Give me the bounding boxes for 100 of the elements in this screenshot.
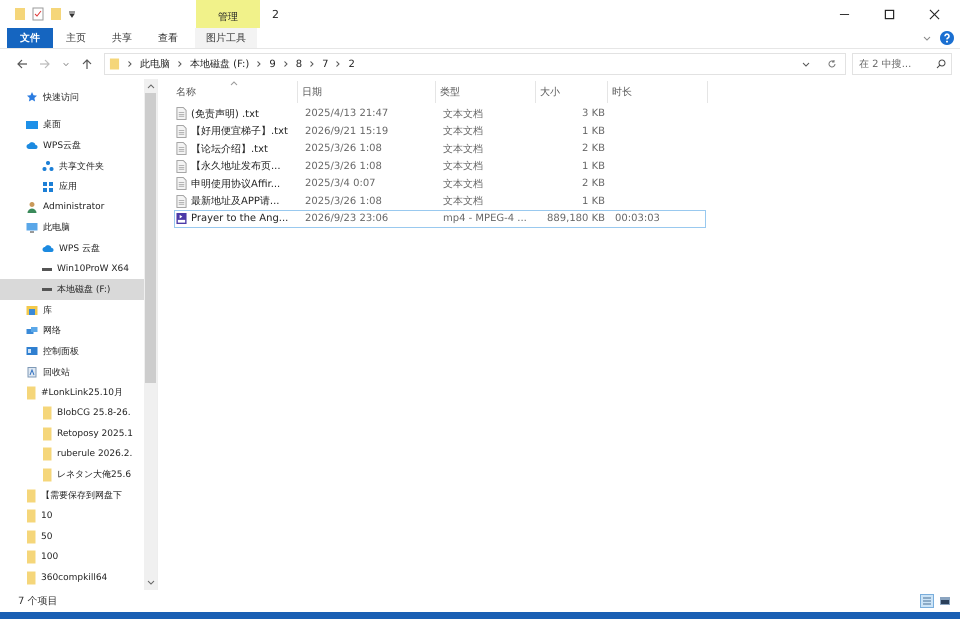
folder-icon [109, 57, 120, 71]
star-icon [26, 91, 38, 104]
sidebar-item[interactable]: 360compkill64 [0, 568, 144, 588]
table-cell-text: 2025/3/26 1:08 [304, 196, 383, 207]
chevron-right-icon [310, 61, 314, 67]
sidebar-item[interactable]: 桌面 [0, 114, 144, 136]
ribbon-tab[interactable]: 共享 [99, 28, 145, 48]
sidebar-item[interactable]: 控制面板 [0, 341, 144, 362]
sidebar-item[interactable]: WPS 云盘 [0, 238, 144, 259]
drive-icon [42, 268, 52, 271]
breadcrumb-item[interactable]: 2 [348, 58, 355, 70]
back-arrow-icon[interactable] [16, 58, 28, 70]
file-row[interactable]: (免责声明) .txt 2025/4/13 21:47 文本文档 3 KB [174, 105, 706, 122]
table-cell-text: 2025/3/26 1:08 [304, 160, 383, 172]
table-cell-text: 最新地址及APP请... [191, 194, 280, 208]
table-cell-text: 【论坛介绍】.txt [191, 142, 268, 156]
sidebar-item[interactable]: 库 [0, 300, 144, 321]
scroll-up-icon[interactable] [146, 83, 154, 89]
sidebar-item[interactable]: 本地磁盘 (F:) [0, 279, 144, 300]
file-tab[interactable]: 文件 [7, 28, 53, 48]
thumbnails-view-icon[interactable] [938, 594, 952, 608]
breadcrumb-item[interactable]: 8 [296, 58, 302, 70]
sidebar-item[interactable]: 应用 [0, 176, 144, 197]
breadcrumb-item[interactable]: 本地磁盘 (F:) [190, 57, 250, 71]
file-row[interactable]: 【好用便宜梯子】.txt 2026/9/21 15:19 文本文档 1 KB [174, 122, 706, 140]
cloud-icon [26, 139, 38, 152]
manage-context-tab[interactable]: 管理 [196, 0, 260, 28]
table-cell-text: 3 KB [581, 108, 606, 120]
table-cell-text: 文本文档 [442, 178, 484, 191]
properties-icon[interactable] [32, 7, 44, 21]
sidebar-item[interactable]: ruberule 2026.2. [0, 444, 144, 465]
control-panel-icon [26, 345, 38, 358]
table-cell-text: 2 KB [581, 143, 606, 154]
folder-icon [26, 509, 36, 524]
column-header[interactable]: 类型 [436, 81, 536, 103]
table-cell-text: 2 KB [581, 178, 606, 190]
refresh-icon[interactable] [827, 59, 837, 69]
share-icon [42, 160, 54, 172]
sidebar-item[interactable]: WPS云盘 [0, 135, 144, 156]
file-row[interactable]: 申明使用协议Affir... 2025/3/4 0:07 文本文档 2 KB [174, 175, 706, 192]
file-row[interactable]: 【永久地址发布页... 2025/3/26 1:08 文本文档 1 KB [174, 158, 706, 175]
folder-icon [26, 386, 36, 400]
table-cell-text: 2025/3/4 0:07 [304, 178, 377, 190]
maximize-icon[interactable] [884, 8, 895, 20]
ribbon-tab[interactable]: 图片工具 [195, 28, 257, 48]
sidebar-item[interactable]: 回收站 [0, 362, 144, 382]
sidebar-item[interactable]: 快速访问 [0, 87, 144, 108]
folder-icon [42, 468, 52, 482]
sidebar-item[interactable]: #LonkLink25.10月 [0, 382, 144, 403]
sidebar-item[interactable]: 50 [0, 526, 144, 548]
breadcrumb-item[interactable]: 7 [322, 58, 328, 70]
file-row[interactable]: 最新地址及APP请... 2025/3/26 1:08 文本文档 1 KB [174, 192, 706, 210]
sidebar-item[interactable]: レネタン大俺25.6 [0, 464, 144, 486]
table-cell-text: 2026/9/21 15:19 [304, 126, 390, 137]
text-file-icon [176, 107, 187, 120]
column-header[interactable]: 日期 [298, 81, 436, 103]
file-row[interactable]: 【论坛介绍】.txt 2025/3/26 1:08 文本文档 2 KB [174, 140, 706, 158]
close-icon[interactable] [929, 8, 940, 20]
address-bar[interactable]: 此电脑 本地磁盘 (F:) 9 8 7 2 [104, 53, 846, 75]
folder-icon [42, 447, 52, 462]
scrollbar-thumb[interactable] [145, 93, 156, 383]
table-cell-text: 2026/9/23 23:06 [304, 213, 390, 224]
sidebar-item[interactable]: 10 [0, 506, 144, 526]
details-view-icon[interactable] [920, 594, 934, 608]
column-header[interactable]: 名称 [172, 81, 298, 103]
up-arrow-icon[interactable] [81, 58, 93, 70]
help-icon[interactable] [940, 31, 954, 45]
file-row[interactable]: Prayer to the Ang... 2026/9/23 23:06 mp4 - MPEG-4 ... 889,180 KB 00:03:03 [174, 210, 706, 228]
sidebar-item[interactable]: BlobCG 25.8-26. [0, 402, 144, 424]
table-cell: Prayer to the Ang... [191, 213, 288, 224]
sidebar-item[interactable]: 网络 [0, 320, 144, 342]
text-file-icon [176, 142, 187, 156]
column-header[interactable]: 时长 [608, 81, 708, 103]
chevron-right-icon [257, 61, 262, 67]
computer-icon [26, 222, 38, 234]
text-file-icon [176, 177, 187, 190]
scrollbar[interactable] [144, 79, 157, 590]
scroll-down-icon[interactable] [146, 580, 154, 586]
ribbon-tab[interactable]: 主页 [53, 28, 99, 48]
desktop-icon [26, 118, 38, 131]
breadcrumb-item[interactable]: 9 [269, 58, 276, 70]
table-cell-text: 【好用便宜梯子】.txt [191, 124, 288, 138]
sidebar-item[interactable]: 100 [0, 547, 144, 568]
folder-icon [42, 406, 52, 420]
column-header[interactable]: 大小 [536, 81, 608, 103]
sidebar-item[interactable]: 共享文件夹 [0, 156, 144, 176]
breadcrumb-item[interactable]: 此电脑 [140, 57, 170, 71]
search-field[interactable]: 在 2 中搜... [852, 53, 952, 75]
sidebar-item[interactable]: Retoposy 2025.1 [0, 424, 144, 444]
text-file-icon [176, 194, 187, 208]
sidebar-item[interactable]: 此电脑 [0, 218, 144, 238]
ribbon-tab[interactable]: 查看 [145, 28, 191, 48]
table-cell-text: 文本文档 [442, 160, 484, 174]
table-cell-text: 2025/3/26 1:08 [304, 143, 383, 154]
sidebar-item[interactable]: 【需要保存到网盘下 [0, 485, 144, 506]
sidebar-item[interactable]: Administrator [0, 196, 144, 218]
recycle-bin-icon [26, 366, 38, 378]
apps-icon [42, 180, 54, 193]
dropdown-icon[interactable] [68, 10, 76, 18]
sidebar-item[interactable]: Win10ProW X64 [0, 258, 144, 280]
